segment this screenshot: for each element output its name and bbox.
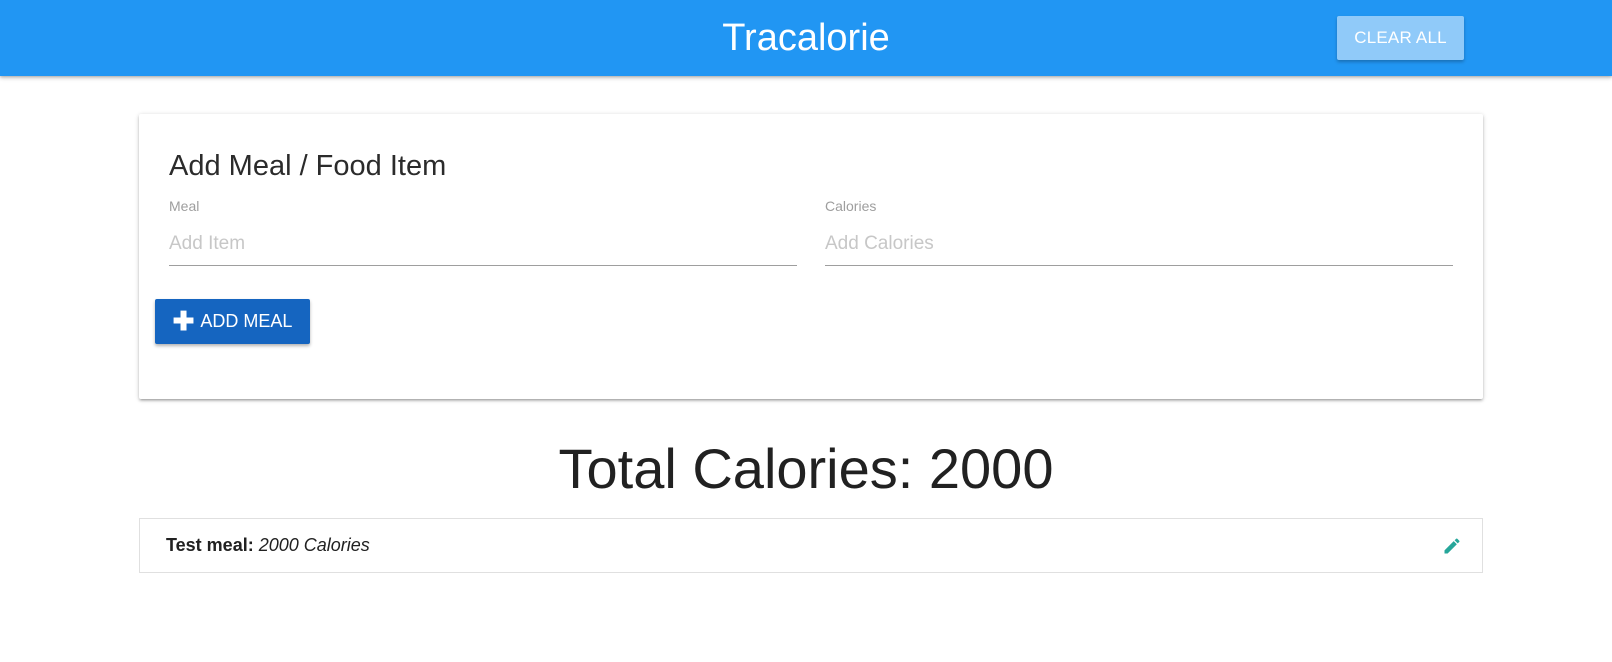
add-meal-button[interactable]: ✚ ADD MEAL — [155, 299, 310, 344]
add-meal-card: Add Meal / Food Item Meal Calories ✚ ADD… — [139, 114, 1483, 399]
plus-icon: ✚ — [172, 305, 195, 336]
pencil-icon[interactable] — [1442, 536, 1462, 556]
item-name: Test meal: — [166, 535, 254, 555]
card-title: Add Meal / Food Item — [169, 150, 447, 182]
add-meal-label: ADD MEAL — [200, 311, 293, 331]
calories-input[interactable] — [825, 222, 1453, 266]
list-item: Test meal: 2000 Calories — [140, 519, 1482, 572]
calories-label: Calories — [825, 198, 877, 214]
meal-input[interactable] — [169, 222, 797, 266]
item-text: Test meal: 2000 Calories — [166, 535, 370, 556]
meal-label: Meal — [169, 198, 200, 214]
total-calories: Total Calories: 2000 — [558, 437, 1054, 500]
calories-field: Calories — [825, 198, 1453, 286]
clear-all-button[interactable]: CLEAR ALL — [1337, 16, 1464, 60]
meal-field: Meal — [169, 198, 797, 286]
meal-list: Test meal: 2000 Calories — [139, 518, 1483, 573]
item-calories: 2000 Calories — [258, 535, 370, 555]
navbar: Tracalorie CLEAR ALL — [0, 0, 1612, 76]
